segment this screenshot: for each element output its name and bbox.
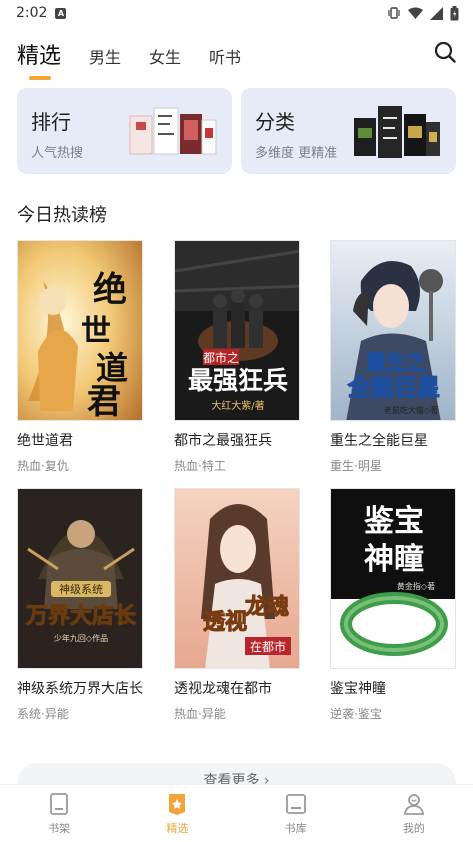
book-cover: 重生之 全能巨星 老鼠吃大猫◇著 — [330, 240, 456, 421]
bottom-nav: 书架 精选 书库 我的 — [0, 784, 473, 842]
book-item[interactable]: 透视 龙魂 在都市 透视龙魂在都市 热血·异能 — [174, 488, 300, 722]
book-cover: 绝 世 道 君 — [17, 240, 143, 421]
ranking-card[interactable]: 排行 人气热搜 — [17, 88, 232, 174]
tab-featured[interactable]: 精选 — [17, 38, 61, 80]
svg-text:老鼠吃大猫◇著: 老鼠吃大猫◇著 — [384, 405, 438, 415]
category-card[interactable]: 分类 多维度 更精准 — [241, 88, 456, 174]
nav-profile[interactable]: 我的 — [355, 785, 473, 842]
svg-text:神瞳: 神瞳 — [364, 542, 424, 577]
svg-text:黄金指◇著: 黄金指◇著 — [397, 581, 435, 591]
svg-text:世: 世 — [81, 314, 111, 349]
book-item[interactable]: 重生之 全能巨星 老鼠吃大猫◇著 重生之全能巨星 重生·明星 — [330, 240, 456, 474]
top-tabs: 精选 男生 女生 听书 — [17, 36, 269, 80]
book-title: 重生之全能巨星 — [330, 433, 428, 449]
book-cover: 都市之 最强狂兵 大红大紫/著 — [174, 240, 300, 421]
nav-label: 精选 — [166, 821, 189, 835]
nav-label: 书库 — [284, 821, 307, 835]
svg-text:透视: 透视 — [203, 609, 247, 635]
svg-text:大红大紫/著: 大红大紫/著 — [211, 399, 264, 412]
status-bar: 2:02 A — [0, 0, 473, 26]
status-time: 2:02 — [16, 5, 48, 21]
book-item[interactable]: 鉴宝 神瞳 黄金指◇著 鉴宝神瞳 逆袭·鉴宝 — [330, 488, 456, 722]
book-item[interactable]: 神级系统 万界大店长 少年九回◇作品 神级系统万界大店长 系统·异能 — [17, 488, 143, 722]
profile-icon — [403, 793, 424, 815]
nav-bookshelf[interactable]: 书架 — [0, 785, 118, 842]
signal-icon — [430, 6, 443, 20]
svg-text:重生之: 重生之 — [366, 350, 426, 374]
svg-text:万界大店长: 万界大店长 — [25, 603, 137, 629]
book-cover: 透视 龙魂 在都市 — [174, 488, 300, 669]
book-tags: 系统·异能 — [17, 707, 69, 721]
bookshelf-icon — [50, 792, 69, 815]
library-icon — [285, 793, 306, 814]
svg-text:都市之: 都市之 — [203, 350, 239, 365]
svg-text:全能巨星: 全能巨星 — [347, 374, 440, 401]
book-title: 透视龙魂在都市 — [174, 681, 272, 697]
vibrate-icon — [388, 7, 400, 19]
book-item[interactable]: 绝 世 道 君 绝世道君 热血·复仇 — [17, 240, 143, 474]
book-item[interactable]: 都市之 最强狂兵 大红大紫/著 都市之最强狂兵 热血·特工 — [174, 240, 300, 474]
battery-icon — [450, 5, 459, 20]
nav-library[interactable]: 书库 — [237, 785, 355, 842]
ranking-books-image — [129, 107, 217, 155]
tab-female[interactable]: 女生 — [149, 44, 181, 76]
svg-text:绝: 绝 — [93, 270, 127, 310]
wifi-icon — [408, 7, 423, 19]
svg-text:少年九回◇作品: 少年九回◇作品 — [54, 633, 108, 643]
book-title: 都市之最强狂兵 — [174, 433, 272, 449]
featured-icon — [169, 793, 186, 815]
book-cover: 神级系统 万界大店长 少年九回◇作品 — [17, 488, 143, 669]
book-title: 神级系统万界大店长 — [17, 681, 143, 697]
notification-a-icon: A — [55, 7, 67, 19]
book-tags: 重生·明星 — [330, 459, 382, 473]
category-books-image — [354, 106, 440, 158]
tab-male[interactable]: 男生 — [89, 44, 121, 76]
book-tags: 热血·复仇 — [17, 459, 69, 473]
nav-label: 书架 — [48, 821, 71, 835]
svg-text:龙魂: 龙魂 — [245, 594, 289, 620]
book-tags: 逆袭·鉴宝 — [330, 707, 382, 721]
nav-label: 我的 — [402, 821, 425, 835]
svg-text:神级系统: 神级系统 — [59, 582, 103, 596]
svg-text:最强狂兵: 最强狂兵 — [188, 366, 288, 395]
search-icon[interactable] — [433, 40, 457, 64]
svg-text:鉴宝: 鉴宝 — [363, 504, 424, 539]
section-title: 今日热读榜 — [17, 205, 107, 226]
svg-text:在都市: 在都市 — [250, 639, 286, 654]
tab-audiobook[interactable]: 听书 — [209, 44, 241, 76]
book-tags: 热血·特工 — [174, 459, 226, 473]
book-title: 绝世道君 — [17, 433, 73, 449]
nav-featured[interactable]: 精选 — [118, 785, 236, 842]
book-title: 鉴宝神瞳 — [330, 681, 386, 697]
book-cover: 鉴宝 神瞳 黄金指◇著 — [330, 488, 456, 669]
status-icons — [387, 5, 459, 21]
svg-text:君: 君 — [87, 382, 121, 421]
book-tags: 热血·异能 — [174, 707, 226, 721]
